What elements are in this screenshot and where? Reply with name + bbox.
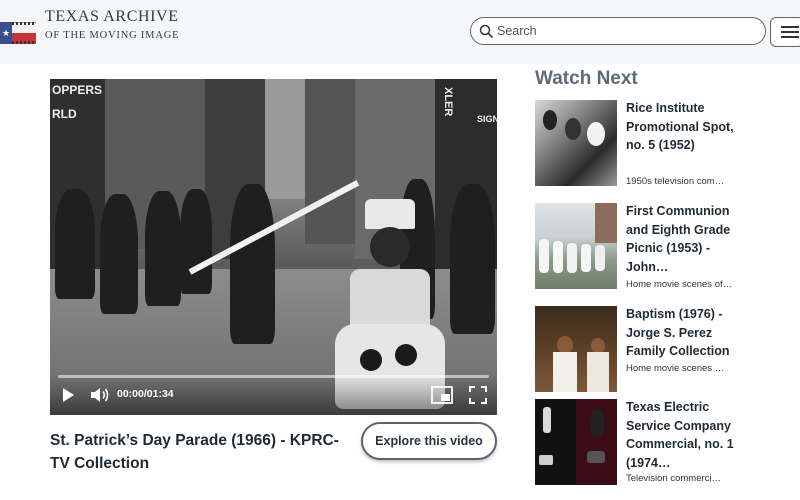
video-thumbnail[interactable] (535, 399, 617, 485)
watch-next-title[interactable]: Texas Electric Service Company Commercia… (626, 398, 738, 472)
site-logo[interactable]: ★ TEXAS ARCHIVE OF THE MOVING IMAGE (0, 8, 180, 44)
fullscreen-icon[interactable] (469, 386, 487, 404)
explore-video-button[interactable]: Explore this video (361, 422, 497, 460)
search-icon (479, 24, 493, 38)
search-box[interactable] (470, 17, 766, 45)
watch-next-description: Home movie scenes … (626, 363, 725, 374)
watch-next-heading: Watch Next (535, 68, 638, 89)
video-thumbnail[interactable] (535, 203, 617, 289)
logo-subtitle: OF THE MOVING IMAGE (45, 30, 180, 41)
menu-icon (781, 26, 799, 28)
store-sign-text: RLD (52, 107, 77, 121)
store-sign-text: SIGN (477, 114, 497, 124)
video-player[interactable]: OPPERS RLD XLER SIGN 00:00/01:34 (50, 79, 497, 415)
watch-next-item[interactable]: Texas Electric Service Company Commercia… (535, 399, 800, 487)
watch-next-description: Home movie scenes of… (626, 279, 733, 290)
volume-icon[interactable] (90, 386, 110, 404)
progress-bar[interactable] (58, 375, 489, 378)
watch-next-title[interactable]: Baptism (1976) - Jorge S. Perez Family C… (626, 305, 738, 361)
video-controls: 00:00/01:34 (50, 375, 497, 415)
watch-next-description: Television commerci… (626, 473, 722, 484)
play-icon[interactable] (60, 387, 76, 403)
texas-flag-film-logo-icon: ★ (0, 22, 36, 44)
site-header: ★ TEXAS ARCHIVE OF THE MOVING IMAGE (0, 0, 800, 64)
video-thumbnail[interactable] (535, 100, 617, 186)
watch-next-item[interactable]: Baptism (1976) - Jorge S. Perez Family C… (535, 306, 800, 394)
watch-next-title[interactable]: First Communion and Eighth Grade Picnic … (626, 202, 738, 276)
store-sign-text: XLER (442, 87, 454, 117)
picture-in-picture-icon[interactable] (431, 386, 453, 404)
time-display: 00:00/01:34 (117, 388, 174, 400)
video-title: St. Patrick’s Day Parade (1966) - KPRC-T… (50, 432, 339, 472)
logo-title: TEXAS ARCHIVE (45, 8, 179, 25)
watch-next-title[interactable]: Rice Institute Promotional Spot, no. 5 (… (626, 99, 738, 155)
watch-next-item[interactable]: First Communion and Eighth Grade Picnic … (535, 203, 800, 291)
watch-next-description: 1950s television com… (626, 176, 725, 187)
search-input[interactable] (497, 21, 752, 41)
store-sign-text: OPPERS (52, 83, 103, 97)
watch-next-item[interactable]: Rice Institute Promotional Spot, no. 5 (… (535, 100, 800, 188)
video-thumbnail[interactable] (535, 306, 617, 392)
menu-button[interactable] (770, 17, 800, 47)
